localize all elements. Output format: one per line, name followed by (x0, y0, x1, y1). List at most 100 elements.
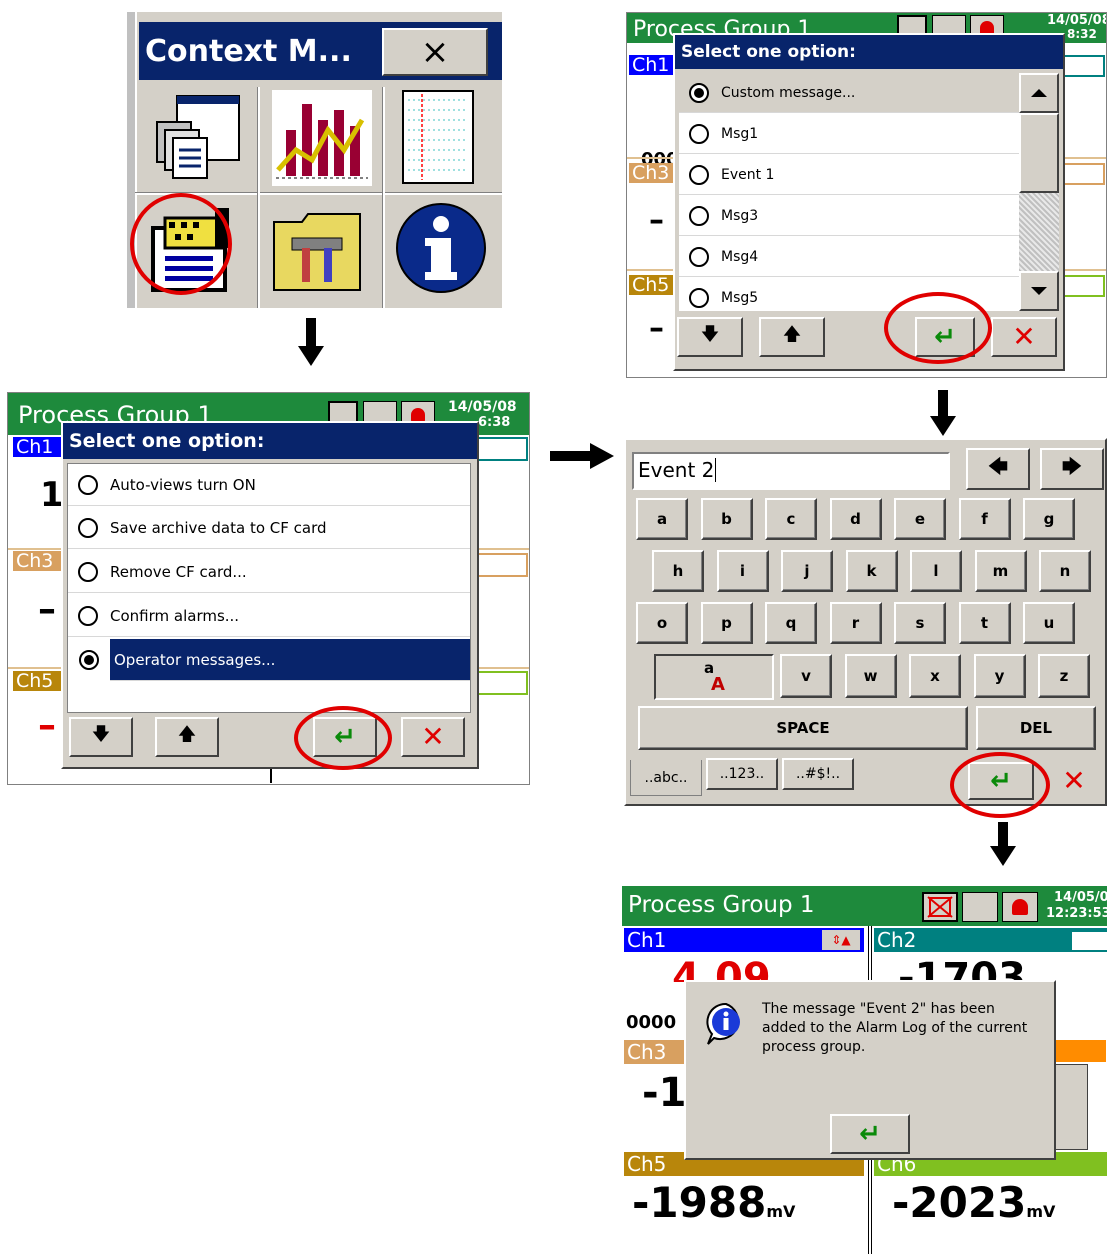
option-msg4[interactable]: Msg4 (679, 237, 1019, 277)
ch1-label: Ch1 (629, 55, 679, 75)
grid-divider-h (135, 192, 502, 195)
chart-paper-button[interactable] (402, 90, 474, 184)
key-k[interactable]: k (845, 550, 898, 592)
key-n[interactable]: n (1039, 550, 1091, 592)
info-button[interactable] (395, 202, 487, 294)
dialog-title: Select one option: (63, 423, 477, 459)
scroll-thumb[interactable] (1019, 113, 1059, 193)
ch5-value: – (649, 311, 664, 346)
info-icon (396, 203, 486, 293)
down-button[interactable]: 🡇 (677, 317, 743, 357)
key-i[interactable]: i (716, 550, 769, 592)
key-l[interactable]: l (910, 550, 962, 592)
key-m[interactable]: m (974, 550, 1027, 592)
ch5-value: -1988 (632, 1178, 767, 1227)
scroll-up-button[interactable] (1019, 73, 1059, 113)
scroll-down-button[interactable] (1019, 271, 1059, 311)
key-b[interactable]: b (700, 498, 753, 540)
key-g[interactable]: g (1023, 498, 1075, 540)
flow-arrow-down-1 (298, 318, 324, 366)
key-d[interactable]: d (829, 498, 882, 540)
key-s[interactable]: s (894, 602, 946, 644)
radio-icon (78, 561, 98, 582)
key-a[interactable]: a (636, 498, 688, 540)
option-label: Msg4 (721, 248, 759, 265)
option-auto-views[interactable]: Auto-views turn ON (68, 464, 470, 506)
tab-abc-label: ..abc.. (644, 769, 688, 786)
key-w[interactable]: w (844, 654, 897, 698)
enter-icon: ↵ (934, 322, 956, 352)
option-msg5[interactable]: Msg5 (679, 278, 1019, 311)
radio-icon (689, 287, 709, 308)
key-u[interactable]: u (1023, 602, 1075, 644)
side-widget (1052, 1064, 1088, 1150)
space-key[interactable]: SPACE (638, 706, 968, 750)
tools-icon (273, 213, 361, 291)
option-event1[interactable]: Event 1 (679, 155, 1019, 195)
arrow-left-icon: 🡄 (987, 454, 1009, 478)
cancel-button[interactable]: ✕ (401, 717, 465, 757)
option-save-archive[interactable]: Save archive data to CF card (68, 507, 470, 549)
key-e[interactable]: e (894, 498, 946, 540)
enter-icon: ↵ (334, 722, 356, 752)
close-icon: × (420, 32, 450, 72)
tab-abc[interactable]: ..abc.. (630, 760, 702, 796)
option-remove-cf[interactable]: Remove CF card... (68, 551, 470, 593)
key-h[interactable]: h (652, 550, 704, 592)
tab-symbols[interactable]: ..#$!.. (782, 758, 854, 790)
radio-icon (689, 164, 709, 185)
up-button[interactable]: 🡅 (155, 717, 219, 757)
cursor-left-button[interactable]: 🡄 (966, 448, 1030, 490)
option-custom-message[interactable]: Custom message... (679, 73, 1019, 113)
radio-selected-icon (79, 649, 99, 670)
result-panel: Process Group 1 14/05/08 12:23:53 Ch1 ⇕▲… (622, 886, 1107, 1254)
option-msg3[interactable]: Msg3 (679, 196, 1019, 236)
cancel-button[interactable]: ✕ (991, 317, 1057, 357)
messages-icon (151, 208, 229, 292)
arrow-right-icon: 🡆 (1061, 454, 1083, 478)
case-toggle-key[interactable]: a A (654, 654, 774, 700)
key-t[interactable]: t (958, 602, 1011, 644)
key-c[interactable]: c (765, 498, 817, 540)
up-button[interactable]: 🡅 (759, 317, 825, 357)
radio-icon (78, 605, 98, 626)
time-text: 6:38 (478, 415, 511, 430)
key-v[interactable]: v (780, 654, 832, 698)
time-text: 8:32 (1067, 27, 1097, 41)
radio-icon (689, 205, 709, 226)
views-button[interactable] (155, 94, 245, 184)
cursor-right-button[interactable]: 🡆 (1040, 448, 1104, 490)
cancel-button[interactable]: ✕ (1046, 762, 1102, 800)
close-button[interactable]: × (382, 28, 488, 76)
delete-key[interactable]: DEL (976, 706, 1096, 750)
close-icon: ✕ (1062, 764, 1086, 797)
grid-divider-v2 (382, 87, 385, 308)
date-text: 14/05/08 (448, 399, 517, 415)
key-f[interactable]: f (958, 498, 1011, 540)
key-p[interactable]: p (700, 602, 753, 644)
option-label: Event 1 (721, 166, 775, 183)
key-r[interactable]: r (829, 602, 882, 644)
enter-button[interactable]: ↵ (968, 762, 1034, 800)
option-confirm-alarms[interactable]: Confirm alarms... (68, 595, 470, 637)
down-button[interactable]: 🡇 (69, 717, 133, 757)
ok-button[interactable]: ↵ (830, 1114, 910, 1154)
tools-button[interactable] (272, 204, 362, 294)
key-z[interactable]: z (1038, 654, 1090, 698)
key-o[interactable]: o (636, 602, 688, 644)
key-q[interactable]: q (765, 602, 817, 644)
enter-button[interactable]: ↵ (313, 717, 377, 757)
text-input[interactable]: Event 2 (632, 452, 950, 490)
chart-button[interactable] (272, 90, 372, 186)
arrow-down-icon: 🡇 (700, 324, 720, 345)
tab-123[interactable]: ..123.. (706, 758, 778, 790)
messages-button[interactable] (145, 198, 245, 298)
key-y[interactable]: y (973, 654, 1026, 698)
key-x[interactable]: x (909, 654, 961, 698)
option-operator-messages[interactable]: Operator messages... (68, 638, 470, 681)
option-msg1[interactable]: Msg1 (679, 114, 1019, 154)
enter-button[interactable]: ↵ (915, 317, 975, 357)
scrollbar[interactable] (1019, 73, 1059, 311)
options-panel-2: Process Group 1 14/05/08 8:32 Ch1 000 Ch… (626, 12, 1107, 378)
key-j[interactable]: j (781, 550, 833, 592)
